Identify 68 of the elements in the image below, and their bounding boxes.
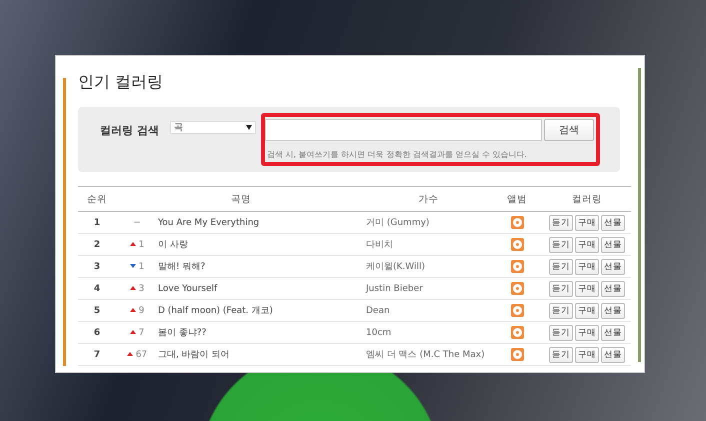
artist-name: Justin Bieber — [366, 278, 491, 300]
rank-cell: 5 — [78, 300, 116, 322]
song-title: 봄이 좋냐?? — [158, 322, 366, 344]
coloring-button[interactable]: 듣기 — [549, 346, 573, 362]
song-title: D (half moon) (Feat. 개코) — [158, 300, 366, 322]
search-hint: 검색 시, 붙여쓰기를 하시면 더욱 정확한 검색결과를 얻으실 수 있습니다. — [266, 149, 528, 160]
rank-cell: 6 — [78, 322, 116, 344]
coloring-button[interactable]: 선물 — [601, 258, 625, 274]
column-header: 앨범 — [491, 186, 543, 212]
category-dropdown[interactable]: 곡 — [170, 121, 256, 134]
song-title: 이 사랑 — [158, 234, 366, 256]
dropdown-arrow-icon — [246, 125, 252, 130]
coloring-button[interactable]: 구매 — [575, 236, 599, 252]
coloring-button[interactable]: 구매 — [575, 346, 599, 362]
rank-cell: 3 — [78, 256, 116, 278]
coloring-button[interactable]: 구매 — [575, 302, 599, 318]
rank-cell: 7 — [78, 344, 116, 366]
coloring-button[interactable]: 듣기 — [549, 324, 573, 340]
song-title: 말해! 뭐해? — [158, 256, 366, 278]
rank-change: 67 — [136, 350, 148, 360]
coloring-button[interactable]: 구매 — [575, 214, 599, 230]
coloring-button[interactable]: 듣기 — [549, 280, 573, 296]
rank-change: − — [133, 218, 141, 228]
rank-cell: 2 — [78, 234, 116, 256]
album-disc-icon[interactable] — [510, 238, 524, 251]
coloring-button[interactable]: 구매 — [575, 280, 599, 296]
search-field[interactable] — [265, 119, 542, 141]
artist-name: 다비치 — [366, 234, 491, 256]
coloring-button[interactable]: 선물 — [601, 236, 625, 252]
album-disc-icon[interactable] — [510, 216, 524, 229]
album-disc-icon[interactable] — [510, 304, 524, 317]
album-disc-icon[interactable] — [510, 260, 524, 273]
rank-change: 1 — [138, 240, 144, 250]
page-title: 인기 컬러링 — [78, 72, 164, 93]
coloring-button[interactable]: 선물 — [601, 324, 625, 340]
coloring-button[interactable]: 구매 — [575, 258, 599, 274]
rank-change: 1 — [138, 262, 144, 272]
artist-name: 10cm — [366, 322, 491, 344]
column-header: 곡명 — [116, 186, 366, 212]
rank-change: 7 — [138, 328, 144, 338]
song-title: 그대, 바람이 되어 — [158, 344, 366, 366]
rank-change: 9 — [138, 306, 144, 316]
coloring-button[interactable]: 듣기 — [549, 258, 573, 274]
coloring-button[interactable]: 구매 — [575, 324, 599, 340]
search-button[interactable]: 검색 — [544, 119, 594, 141]
coloring-button[interactable]: 선물 — [601, 214, 625, 230]
coloring-button[interactable]: 선물 — [601, 280, 625, 296]
rank-cell: 1 — [78, 212, 116, 234]
rank-change: 3 — [138, 284, 144, 294]
column-header: 컬러링 — [543, 186, 631, 212]
artist-name: 거미 (Gummy) — [366, 212, 491, 234]
rank-cell: 4 — [78, 278, 116, 300]
coloring-button[interactable]: 듣기 — [549, 302, 573, 318]
artist-name: 엠씨 더 맥스 (M.C The Max) — [366, 344, 491, 366]
song-title: Love Yourself — [158, 278, 366, 300]
coloring-button[interactable]: 듣기 — [549, 214, 573, 230]
song-title: You Are My Everything — [158, 212, 366, 234]
artist-name: 케이윌(K.Will) — [366, 256, 491, 278]
search-label: 컬러링 검색 — [100, 123, 160, 138]
artist-name: Dean — [366, 300, 491, 322]
column-header: 가수 — [366, 186, 491, 212]
album-disc-icon[interactable] — [510, 348, 524, 361]
coloring-button[interactable]: 듣기 — [549, 236, 573, 252]
coloring-button[interactable]: 선물 — [601, 302, 625, 318]
coloring-button[interactable]: 선물 — [601, 346, 625, 362]
album-disc-icon[interactable] — [510, 282, 524, 295]
column-header: 순위 — [78, 186, 116, 212]
album-disc-icon[interactable] — [510, 326, 524, 339]
